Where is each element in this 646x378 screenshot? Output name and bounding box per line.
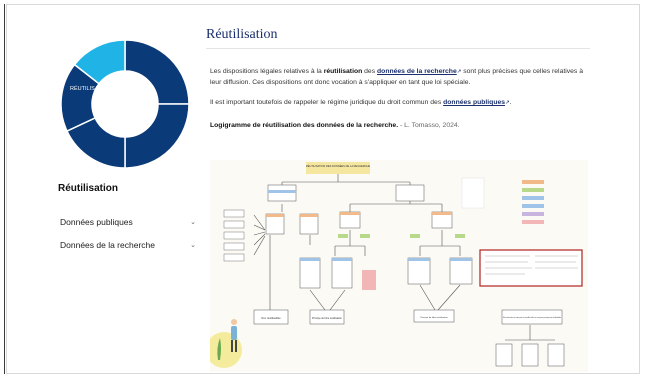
link-donnees-recherche[interactable]: données de la recherche <box>377 68 457 75</box>
text: Il est important toutefois de rappeler l… <box>210 99 444 106</box>
text: Les dispositions légales relatives à la <box>210 68 324 75</box>
caption-title: Logigramme de réutilisation des données … <box>210 122 399 129</box>
sidebar-item-label: Données publiques <box>60 217 133 227</box>
sidebar-item-label: Données de la recherche <box>60 240 155 250</box>
paragraph-droit-commun: Il est important toutefois de rappeler l… <box>210 98 590 109</box>
text: . <box>509 99 512 106</box>
text: des <box>362 68 378 75</box>
diagram-header-box <box>306 162 370 174</box>
figure-caption: Logigramme de réutilisation des données … <box>210 121 590 132</box>
donut-segment[interactable] <box>124 103 190 169</box>
diagram-label: Principe de libre réutilisation <box>420 316 448 319</box>
sidebar-item-donnees-recherche[interactable]: Données de la recherche ⌄ <box>60 238 196 252</box>
diagram-label: Principe de libre réutilisation <box>312 317 343 320</box>
link-donnees-publiques[interactable]: données publiques <box>443 99 505 106</box>
chevron-down-icon[interactable]: ⌄ <box>190 218 196 226</box>
left-border <box>4 4 5 374</box>
donut-label: RÉUTILISATION <box>70 85 111 92</box>
illustration-person <box>210 319 242 368</box>
sidebar-title: Réutilisation <box>58 183 119 194</box>
page-title: Réutilisation <box>206 27 278 42</box>
title-divider <box>206 48 590 49</box>
sidebar-item-donnees-publiques[interactable]: Données publiques ⌄ <box>60 215 196 229</box>
caption-author: - L. Tomasso, 2024. <box>398 122 460 129</box>
strong-text: réutilisation <box>323 68 363 75</box>
donut-chart-nav[interactable]: RÉUTILISATION <box>58 37 192 171</box>
paragraph-intro: Les dispositions légales relatives à la … <box>210 67 590 88</box>
chevron-down-icon[interactable]: ⌄ <box>190 241 196 249</box>
donut-segment[interactable] <box>124 39 190 105</box>
diagram-label: Non réutilisables <box>261 316 281 320</box>
flowchart-drawing: RÉUTILISATION DES DONNÉES DE LA RECHERCH… <box>210 162 583 368</box>
logigramme-image[interactable]: RÉUTILISATION DES DONNÉES DE LA RECHERCH… <box>210 160 588 372</box>
